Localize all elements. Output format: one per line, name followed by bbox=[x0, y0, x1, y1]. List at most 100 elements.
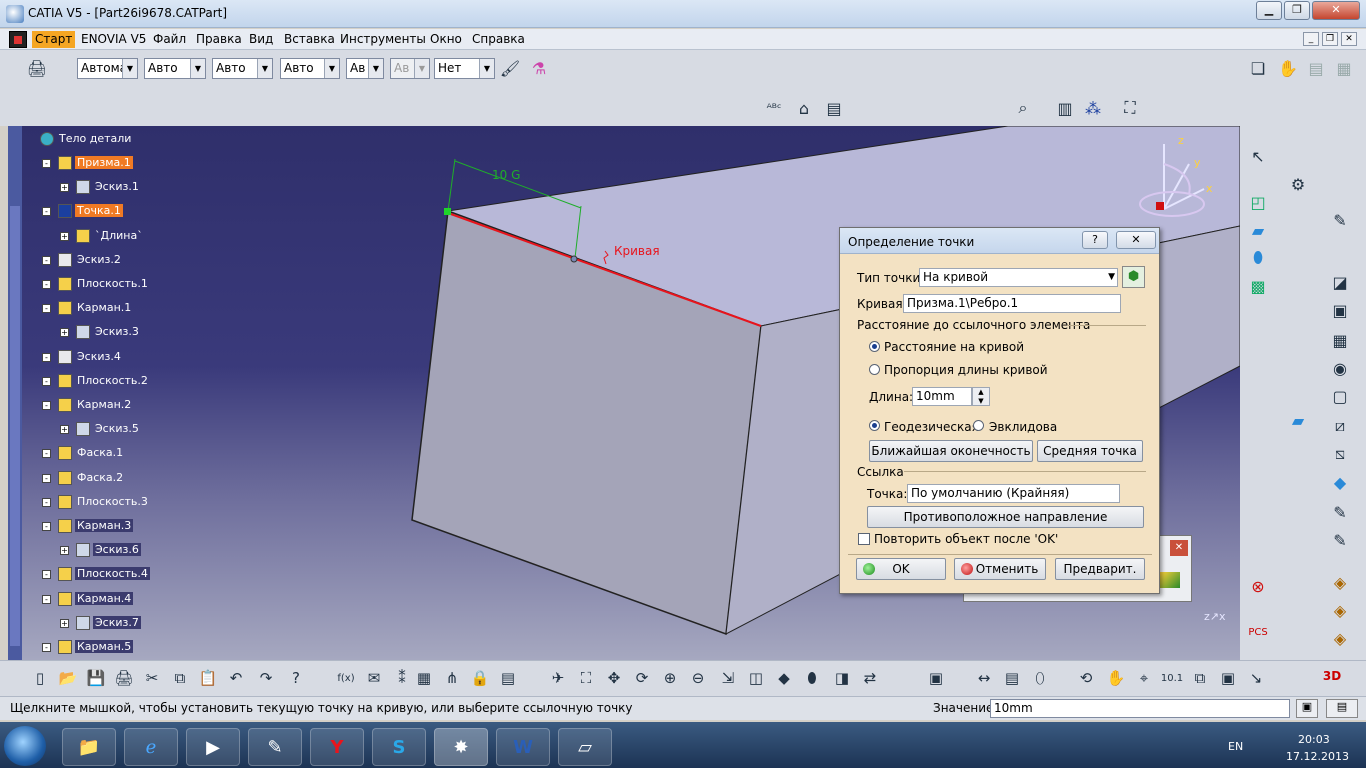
tree-expander[interactable]: - bbox=[42, 207, 51, 217]
radio-ratio-label[interactable]: Пропорция длины кривой bbox=[884, 363, 1048, 377]
ok-button[interactable]: OK bbox=[856, 558, 946, 580]
swap-icon[interactable]: ⇄ bbox=[858, 666, 882, 690]
point-reference-field[interactable]: По умолчанию (Крайняя) bbox=[907, 484, 1120, 503]
table-icon[interactable]: ▦ bbox=[412, 666, 436, 690]
new-icon[interactable]: ▯ bbox=[28, 666, 52, 690]
radio-euclid-label[interactable]: Эвклидова bbox=[989, 420, 1057, 434]
menu-start[interactable]: Старт bbox=[32, 31, 76, 48]
knowledge-icon[interactable]: ⁑ bbox=[390, 666, 414, 690]
cancel-button[interactable]: Отменить bbox=[954, 558, 1046, 580]
tree-item[interactable]: Эскиз.7 bbox=[76, 615, 141, 630]
tree-item[interactable]: Карман.2 bbox=[58, 398, 133, 412]
dialog-help-button[interactable]: ? bbox=[1082, 231, 1108, 249]
tree-item[interactable]: `Длина` bbox=[76, 228, 145, 243]
shading-icon[interactable]: ⬮ bbox=[800, 666, 824, 690]
preview-button[interactable]: Предварит. bbox=[1055, 558, 1145, 580]
spec-tree-icon[interactable]: ⋔ bbox=[440, 666, 464, 690]
tree-expander[interactable]: + bbox=[60, 618, 69, 628]
axis-system-icon[interactable]: ⌖ bbox=[1132, 666, 1156, 690]
settings-icon[interactable]: ⚙ bbox=[1286, 172, 1310, 196]
print-icon[interactable]: 🖨 bbox=[112, 666, 136, 690]
catalog-icon[interactable]: ▤ bbox=[496, 666, 520, 690]
multi-view-icon[interactable]: ◫ bbox=[744, 666, 768, 690]
tree-expander[interactable]: + bbox=[60, 231, 69, 241]
open-icon[interactable]: 📂 bbox=[56, 666, 80, 690]
tree-item[interactable]: Карман.5 bbox=[58, 640, 134, 654]
compass-widget[interactable]: z y x bbox=[1134, 134, 1214, 224]
length-spinner[interactable]: ▲ ▼ bbox=[972, 387, 990, 406]
repeat-object-label[interactable]: Повторить объект после 'OK' bbox=[874, 532, 1058, 546]
instantiate-icon[interactable]: ⧉ bbox=[1188, 666, 1212, 690]
tree-expander[interactable]: - bbox=[42, 401, 51, 410]
secondary-toolbar-icon[interactable] bbox=[1160, 572, 1180, 588]
dimension-label[interactable]: 10 G bbox=[492, 168, 520, 182]
flag-note-icon[interactable]: ⌂ bbox=[792, 96, 816, 120]
surface-icon[interactable]: ▰ bbox=[1286, 408, 1310, 432]
thickness-icon[interactable]: ✎ bbox=[1328, 500, 1352, 524]
tree-expander[interactable]: + bbox=[60, 328, 69, 338]
pattern-icon[interactable]: ◈ bbox=[1328, 626, 1352, 650]
menu-edit[interactable]: Правка bbox=[196, 32, 242, 46]
tree-scrollbar[interactable] bbox=[8, 126, 22, 660]
measure-between-icon[interactable]: ↔ bbox=[972, 666, 996, 690]
layer-combo[interactable]: Нет ▼ bbox=[434, 58, 495, 79]
pan-icon[interactable]: ✥ bbox=[602, 666, 626, 690]
catia-menu-icon[interactable] bbox=[9, 31, 27, 48]
redo-icon[interactable]: ↷ bbox=[254, 666, 278, 690]
measure-icon[interactable]: ▥ bbox=[1053, 96, 1077, 120]
tree-item[interactable]: Карман.4 bbox=[58, 591, 134, 606]
tree-root[interactable]: Тело детали bbox=[40, 132, 133, 146]
grid-icon[interactable]: ⁂ bbox=[1081, 96, 1105, 120]
color-combo[interactable]: Автома ▼ bbox=[77, 58, 138, 79]
tree-item[interactable]: Фаска.2 bbox=[58, 470, 125, 485]
tree-expander[interactable]: - bbox=[42, 522, 51, 531]
cut-icon[interactable]: ✂ bbox=[140, 666, 164, 690]
menu-help[interactable]: Справка bbox=[472, 32, 525, 46]
pad-icon[interactable]: ◪ bbox=[1328, 270, 1352, 294]
inertia-icon[interactable]: ⬯ bbox=[1028, 666, 1052, 690]
tree-expander[interactable]: - bbox=[42, 304, 51, 314]
linewidth-combo[interactable]: Авто ▼ bbox=[212, 58, 273, 79]
value-input[interactable]: 10mm bbox=[990, 699, 1290, 718]
iso-view-icon[interactable]: ◆ bbox=[772, 666, 796, 690]
length-input[interactable]: 10mm bbox=[912, 387, 972, 406]
tree-item[interactable]: Эскиз.3 bbox=[76, 325, 141, 340]
normal-view-icon[interactable]: ⇲ bbox=[716, 666, 740, 690]
edit-sketch-icon[interactable]: ✎ bbox=[1328, 208, 1352, 232]
update-icon[interactable]: ⌕ bbox=[1011, 96, 1035, 120]
taskbar-explorer-icon[interactable]: 📁 bbox=[62, 728, 116, 766]
taskbar-ie-icon[interactable]: ℯ bbox=[124, 728, 178, 766]
hole-icon[interactable]: ◉ bbox=[1328, 356, 1352, 380]
paste-icon[interactable]: 📋 bbox=[196, 666, 220, 690]
taskbar-paint-icon[interactable]: ✎ bbox=[248, 728, 302, 766]
maximize-button[interactable]: ❐ bbox=[1284, 1, 1310, 20]
tree-expander[interactable]: - bbox=[42, 449, 51, 459]
tree-expander[interactable]: + bbox=[60, 546, 69, 556]
tree-item[interactable]: Фаска.1 bbox=[58, 446, 125, 461]
fit-all-icon[interactable]: ⛶ bbox=[1118, 96, 1142, 120]
plane-icon[interactable]: ▰ bbox=[1246, 218, 1270, 242]
3d-annotation-icon[interactable]: ▤ bbox=[822, 96, 846, 120]
tree-item[interactable]: Призма.1 bbox=[58, 156, 133, 170]
new-from-icon[interactable]: ❏ bbox=[1246, 56, 1270, 80]
constraint-icon[interactable]: ↘ bbox=[1244, 666, 1268, 690]
taskbar-skype-icon[interactable]: S bbox=[372, 728, 426, 766]
tree-item[interactable]: Эскиз.1 bbox=[76, 180, 141, 195]
tree-expander[interactable]: - bbox=[42, 570, 51, 580]
units-icon[interactable]: 10.1 bbox=[1160, 666, 1184, 690]
tree-expander[interactable]: - bbox=[42, 280, 51, 289]
radio-distance-on-curve[interactable] bbox=[869, 341, 880, 352]
command-input-icon[interactable]: ▣ bbox=[1296, 699, 1318, 718]
tree-item[interactable]: Карман.1 bbox=[58, 301, 133, 316]
tree-item[interactable]: Точка.1 bbox=[58, 204, 123, 219]
undo-icon[interactable]: ↶ bbox=[224, 666, 248, 690]
whats-this-icon[interactable]: ? bbox=[284, 666, 308, 690]
extrude-icon[interactable]: ⬮ bbox=[1246, 246, 1270, 270]
painter-icon[interactable]: 🖌 bbox=[498, 56, 522, 80]
taskbar-yandex-icon[interactable]: Y bbox=[310, 728, 364, 766]
tree-item[interactable]: Плоскость.4 bbox=[58, 567, 150, 582]
tree-expander[interactable]: - bbox=[42, 643, 51, 652]
tree-item[interactable]: Карман.3 bbox=[58, 519, 134, 533]
mdi-restore-button[interactable]: ❐ bbox=[1322, 32, 1338, 46]
point-symbol-combo[interactable]: Ав ▼ bbox=[346, 58, 384, 79]
